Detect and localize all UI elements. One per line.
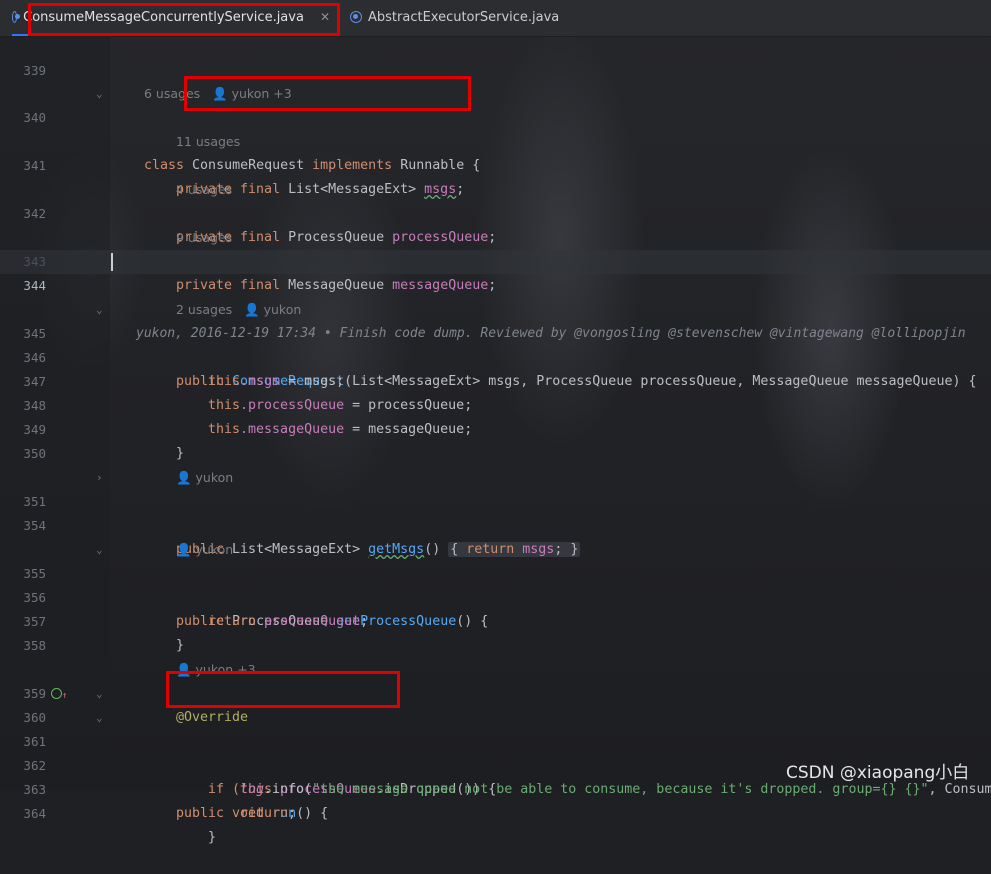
code-line: 343 private final MessageQueue messageQu… xyxy=(0,226,991,293)
fold-chevron-icon[interactable]: ⌄ xyxy=(96,682,103,706)
code-line: 355 ⌄ public ProcessQueue getProcessQueu… xyxy=(0,538,991,629)
implements-method-icon[interactable] xyxy=(51,688,62,699)
fold-chevron-icon[interactable]: ⌄ xyxy=(96,538,103,562)
class-icon xyxy=(12,11,21,23)
annotation-highlight-box xyxy=(166,671,400,708)
code-line: 347 this.processQueue = processQueue; xyxy=(0,346,991,413)
fold-chevron-icon[interactable]: ⌄ xyxy=(96,82,103,106)
inlay-hint-row: 2 usages 👤 yukon xyxy=(0,274,991,317)
code-line: 340 ⌄ class ConsumeRequest implements Ru… xyxy=(0,82,991,173)
code-line: 359 @Override xyxy=(0,658,991,725)
code-line: 354 xyxy=(0,490,991,533)
line-number: 364 xyxy=(23,806,46,821)
fold-chevron-icon[interactable]: ⌄ xyxy=(96,706,103,730)
inlay-hint-row: 👤 yukon +3 xyxy=(0,634,991,677)
code-line: 360 ↑ ⌄ public void run() { xyxy=(0,682,991,821)
text-caret xyxy=(111,253,113,271)
code-line: 339 xyxy=(0,35,991,78)
code-line: 342 private final ProcessQueue processQu… xyxy=(0,178,991,245)
code-line: 356 return processQueue; xyxy=(0,562,991,629)
code-line: 361 ⌄ if (this.processQueue.isDropped())… xyxy=(0,706,991,797)
inlay-hint-row: 👤 yukon xyxy=(0,442,991,485)
inlay-hint-row: 4 usages xyxy=(0,154,991,197)
tab-label: AbstractExecutorService.java xyxy=(368,9,560,25)
code-line-current: 344 yukon, 2016-12-19 17:34 • Finish cod… xyxy=(0,250,991,341)
fold-chevron-icon[interactable]: ⌄ xyxy=(96,298,103,322)
class-icon xyxy=(350,11,362,23)
code-line: 350 xyxy=(0,418,991,461)
code-line: 362 log.info("the message queue not be a… xyxy=(0,730,991,797)
code-line: 348 this.messageQueue = messageQueue; xyxy=(0,370,991,437)
annotation-highlight-box xyxy=(28,3,340,36)
fold-expand-icon[interactable]: › xyxy=(96,466,103,490)
inlay-hint-row: 11 usages xyxy=(0,106,991,149)
code-line: 349 } xyxy=(0,394,991,461)
tab-abstract-executor-service[interactable]: AbstractExecutorService.java xyxy=(350,0,559,34)
code-line: 341 private final List<MessageExt> msgs; xyxy=(0,130,991,197)
code-line: 358 xyxy=(0,610,991,653)
up-arrow-icon: ↑ xyxy=(62,691,68,701)
watermark-text: CSDN @xiaopang小白 xyxy=(786,763,970,783)
inlay-hint-row: 👤 yukon xyxy=(0,514,991,557)
code-line: 346 this.msgs = msgs; xyxy=(0,322,991,389)
code-line: 351 › public List<MessageExt> getMsgs() … xyxy=(0,466,991,557)
code-line: 357 } xyxy=(0,586,991,653)
code-line: 345 ⌄ public ConsumeRequest(List<Message… xyxy=(0,298,991,389)
annotation-highlight-box xyxy=(184,76,471,111)
inlay-hint-row: 6 usages 👤 yukon +3 xyxy=(0,58,991,101)
inlay-hint-row: 9 usages xyxy=(0,202,991,245)
